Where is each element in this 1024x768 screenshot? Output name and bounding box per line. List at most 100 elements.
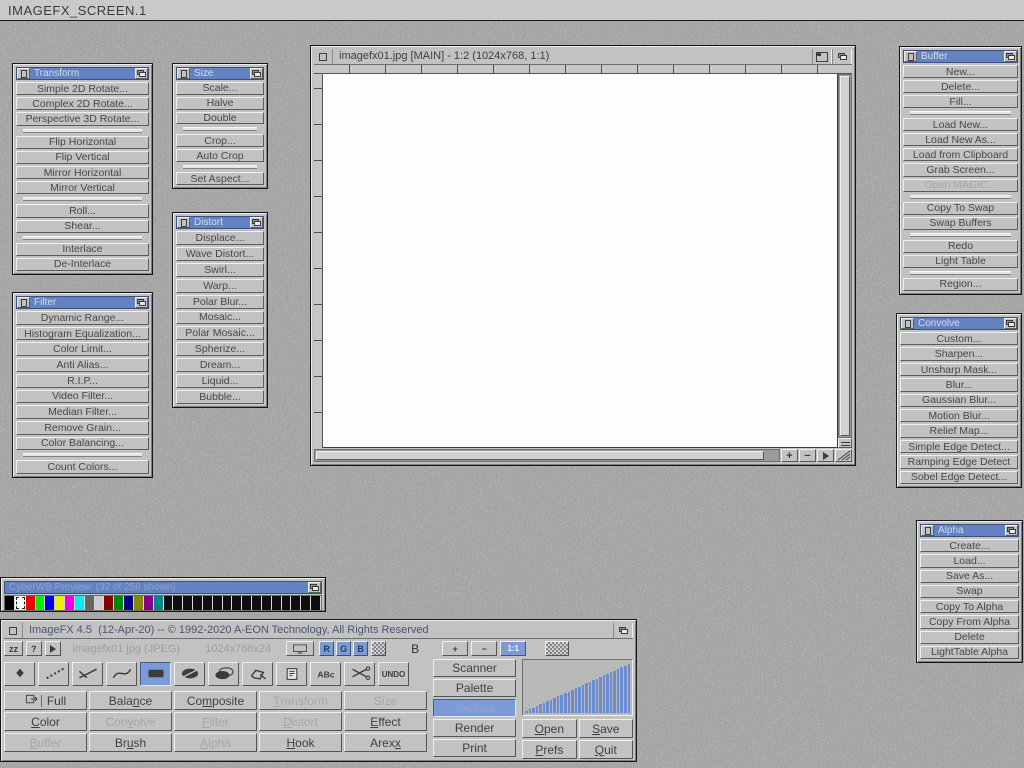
airbrush-tool[interactable] <box>38 662 69 686</box>
polar-blur-button[interactable]: Polar Blur... <box>176 295 264 309</box>
color-swatch[interactable] <box>5 596 15 610</box>
sleep-button[interactable]: zz <box>4 641 23 656</box>
liquid-button[interactable]: Liquid... <box>176 374 264 388</box>
open-magic-button[interactable]: Open MAGIC... <box>903 179 1018 192</box>
mode-palette-button[interactable]: Palette <box>433 679 516 697</box>
mosaic-button[interactable]: Mosaic... <box>176 311 264 325</box>
depth-gadget-icon[interactable] <box>613 623 633 638</box>
new-button[interactable]: New... <box>903 65 1018 78</box>
dynamic-range-button[interactable]: Dynamic Range... <box>16 311 149 325</box>
shear-button[interactable]: Shear... <box>16 220 149 233</box>
color-swatch[interactable] <box>144 596 154 610</box>
depth-gadget-icon[interactable] <box>1004 318 1017 329</box>
buffer-titlebar[interactable]: Buffer <box>903 50 1018 63</box>
light-table-button[interactable]: Light Table <box>903 255 1018 268</box>
iconify-gadget-icon[interactable] <box>177 217 190 228</box>
depth-gadget-icon[interactable] <box>135 297 148 308</box>
distort-button[interactable]: Distort <box>259 712 342 731</box>
relief-map-button[interactable]: Relief Map... <box>900 424 1018 437</box>
open-button[interactable]: Open <box>522 719 576 738</box>
color-swatch[interactable] <box>114 596 124 610</box>
text-tool[interactable]: ABc <box>310 662 341 686</box>
color-swatch[interactable] <box>85 596 95 610</box>
copy-to-alpha-button[interactable]: Copy To Alpha <box>920 600 1019 613</box>
grab-screen-button[interactable]: Grab Screen... <box>903 163 1018 176</box>
screen-titlebar[interactable]: IMAGEFX_SCREEN.1 <box>0 0 1024 21</box>
toolbox-titlebar[interactable]: ImageFX 4.5 (12-Apr-20) -- © 1992-2020 A… <box>4 623 633 639</box>
image-canvas[interactable] <box>323 74 838 448</box>
color-balancing-button[interactable]: Color Balancing... <box>16 437 149 451</box>
color-swatch[interactable] <box>291 596 301 610</box>
execute-button[interactable] <box>45 641 61 656</box>
gaussian-blur-button[interactable]: Gaussian Blur... <box>900 394 1018 407</box>
arexx-button[interactable]: Arexx <box>344 733 427 752</box>
horizontal-scroll-thumb[interactable] <box>316 451 764 460</box>
mode-print-button[interactable]: Print <box>433 739 516 757</box>
oval-tool[interactable] <box>174 662 205 686</box>
transform-button[interactable]: Transform <box>259 691 342 710</box>
color-swatch[interactable] <box>193 596 203 610</box>
video-filter-button[interactable]: Video Filter... <box>16 390 149 404</box>
swap-buffers-button[interactable]: Swap Buffers <box>903 217 1018 230</box>
redo-button[interactable]: Redo <box>903 240 1018 253</box>
color-limit-button[interactable]: Color Limit... <box>16 342 149 356</box>
depth-gadget-icon[interactable] <box>135 68 148 79</box>
effect-button[interactable]: Effect <box>344 712 427 731</box>
color-swatch[interactable] <box>134 596 144 610</box>
help-button[interactable]: ? <box>26 641 42 656</box>
alpha-titlebar[interactable]: Alpha <box>920 524 1019 537</box>
undo-button[interactable]: UNDO <box>378 662 409 686</box>
clipboard-tool[interactable] <box>276 662 307 686</box>
load-new-button[interactable]: Load New... <box>903 118 1018 131</box>
close-icon[interactable] <box>314 49 333 64</box>
horizontal-scrollbar[interactable] <box>314 449 780 462</box>
fill-oval-tool[interactable] <box>208 662 239 686</box>
flip-vertical-button[interactable]: Flip Vertical <box>16 151 149 164</box>
dot-tool[interactable] <box>4 662 35 686</box>
r-i-p-button[interactable]: R.I.P... <box>16 374 149 388</box>
set-aspect-button[interactable]: Set Aspect... <box>176 172 264 185</box>
delete-button[interactable]: Delete... <box>903 80 1018 93</box>
color-swatch[interactable] <box>95 596 105 610</box>
zoom-gadget-icon[interactable] <box>812 49 832 64</box>
color-swatch[interactable] <box>232 596 242 610</box>
load-new-as-button[interactable]: Load New As... <box>903 133 1018 146</box>
swirl-button[interactable]: Swirl... <box>176 263 264 277</box>
color-swatch[interactable] <box>183 596 193 610</box>
iconify-gadget-icon[interactable] <box>177 68 190 79</box>
remove-grain-button[interactable]: Remove Grain... <box>16 421 149 435</box>
pan-arrow-button[interactable] <box>817 449 834 462</box>
box-tool[interactable] <box>140 662 171 686</box>
ramping-edge-detect-button[interactable]: Ramping Edge Detect <box>900 455 1018 468</box>
blur-button[interactable]: Blur... <box>900 378 1018 391</box>
mode-render-button[interactable]: Render <box>433 719 516 737</box>
scale-button[interactable]: Scale... <box>176 82 264 95</box>
copy-from-alpha-button[interactable]: Copy From Alpha <box>920 615 1019 628</box>
color-swatch[interactable] <box>203 596 213 610</box>
simple-edge-detect-button[interactable]: Simple Edge Detect... <box>900 440 1018 453</box>
mirror-vertical-button[interactable]: Mirror Vertical <box>16 181 149 194</box>
color-swatch[interactable] <box>45 596 55 610</box>
color-swatch[interactable] <box>36 596 46 610</box>
sharpen-button[interactable]: Sharpen... <box>900 347 1018 360</box>
depth-gadget-icon[interactable] <box>250 217 263 228</box>
size-button[interactable]: Size <box>344 691 427 710</box>
count-colors-button[interactable]: Count Colors... <box>16 460 149 474</box>
halve-button[interactable]: Halve <box>176 97 264 110</box>
main-window-titlebar[interactable]: imagefx01.jpg [MAIN] - 1:2 (1024x768, 1:… <box>314 49 852 65</box>
composite-button[interactable]: Composite <box>174 691 257 710</box>
color-swatch[interactable] <box>252 596 262 610</box>
convolve-titlebar[interactable]: Convolve <box>900 317 1018 330</box>
filter-button[interactable]: Filter <box>174 712 257 731</box>
color-swatch[interactable] <box>65 596 75 610</box>
channel-b-button[interactable]: B <box>353 641 368 656</box>
anti-alias-button[interactable]: Anti Alias... <box>16 358 149 372</box>
scissors-tool[interactable] <box>344 662 375 686</box>
iconify-gadget-icon[interactable] <box>921 525 934 536</box>
curve-tool[interactable] <box>106 662 137 686</box>
roll-button[interactable]: Roll... <box>16 204 149 217</box>
dream-button[interactable]: Dream... <box>176 358 264 372</box>
dither-toggle-icon[interactable] <box>371 641 386 656</box>
de-interlace-button[interactable]: De-Interlace <box>16 258 149 271</box>
depth-gadget-icon[interactable] <box>832 49 852 64</box>
